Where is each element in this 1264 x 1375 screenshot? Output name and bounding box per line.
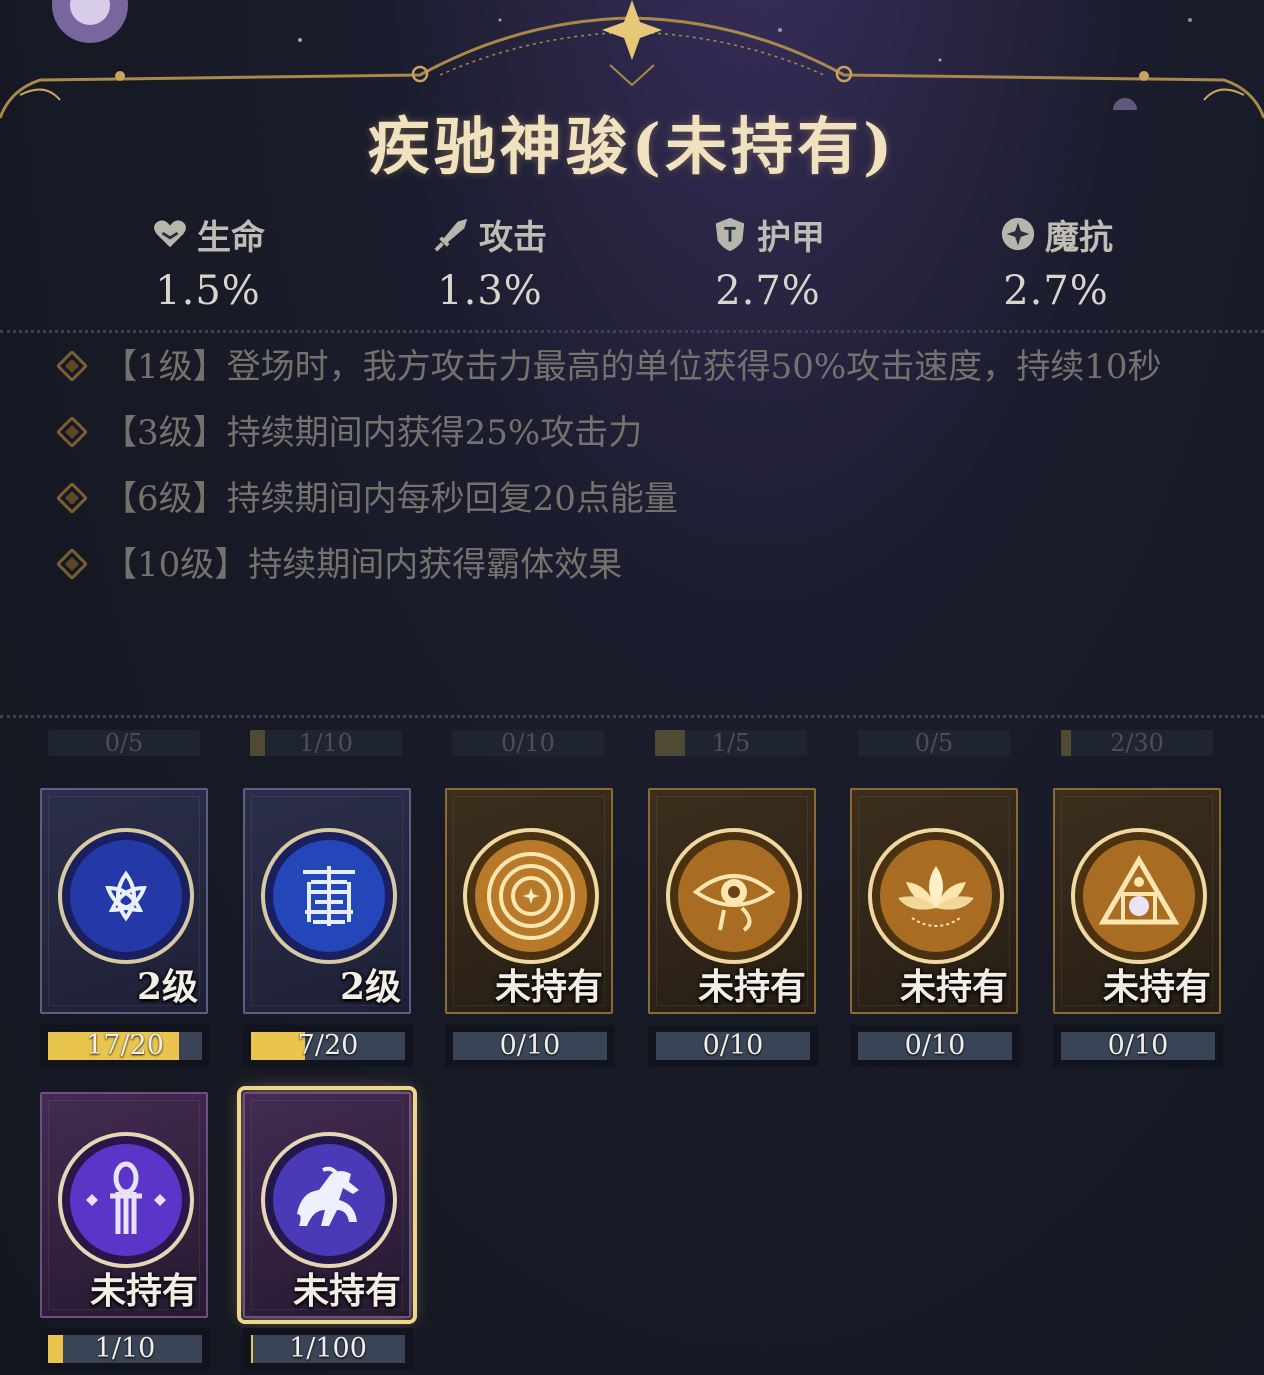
stat-value: 2.7% — [1003, 268, 1109, 314]
emblem-card[interactable]: 未持有 — [445, 788, 613, 1014]
sword-icon — [434, 218, 468, 252]
shield-icon — [715, 217, 745, 252]
stat-label: 生命 — [197, 217, 265, 258]
card-progress-bar: 0/10 — [1053, 1025, 1223, 1067]
card-status-label: 未持有 — [494, 966, 603, 1008]
magic-orb-icon — [1001, 217, 1035, 251]
stat-label: 魔抗 — [1045, 217, 1113, 258]
card-status-label: 未持有 — [1102, 966, 1211, 1008]
card-progress-bar: 1/10 — [40, 1328, 210, 1370]
top-progress-text: 0/5 — [914, 730, 954, 756]
skill-item: 【1级】登场时，我方攻击力最高的单位获得50%攻击速度，持续10秒 — [55, 340, 1225, 394]
ankh-icon — [58, 1132, 194, 1268]
top-progress-bar: 0/10 — [452, 730, 604, 756]
progress-track: 0/10 — [453, 1032, 607, 1060]
emblem-card[interactable]: 未持有 — [40, 1092, 208, 1318]
progress-track: 0/10 — [858, 1032, 1012, 1060]
card-status-label: 未持有 — [899, 966, 1008, 1008]
emblem-card[interactable]: 2级 — [40, 788, 208, 1014]
progress-track: 17/20 — [48, 1032, 202, 1060]
emblem-grid: 0/5 1/10 0/10 1/5 0/5 2/30 2级 2级 未持有 未持有… — [0, 720, 1264, 1375]
progress-text: 7/20 — [297, 1030, 359, 1061]
top-progress-bar: 1/10 — [250, 730, 402, 756]
progress-text: 0/10 — [702, 1030, 764, 1061]
top-progress-text: 1/10 — [299, 730, 353, 756]
top-progress-text: 1/5 — [711, 730, 751, 756]
labyrinth-sun-icon — [463, 828, 599, 964]
diamond-bullet-icon — [57, 351, 87, 381]
stat-hp: 生命 1.5% — [108, 210, 308, 314]
heart-icon — [154, 220, 186, 248]
top-progress-bar: 0/5 — [858, 730, 1010, 756]
card-level-label: 2级 — [339, 966, 401, 1008]
divider — [0, 330, 1264, 333]
skill-text: 【3级】持续期间内获得25%攻击力 — [103, 413, 643, 453]
diamond-bullet-icon — [57, 549, 87, 579]
stat-armor: 护甲 2.7% — [668, 210, 868, 315]
card-progress-bar: 17/20 — [40, 1025, 210, 1067]
progress-track: 7/20 — [251, 1032, 405, 1060]
stat-value: 1.3% — [437, 268, 543, 314]
skill-text: 【10级】持续期间内获得霸体效果 — [103, 545, 623, 585]
stats-row: 生命 1.5% 攻击 1.3% 护甲 2.7% 魔抗 2.7% — [0, 210, 1264, 320]
card-status-label: 未持有 — [89, 1270, 198, 1312]
stat-attack: 攻击 1.3% — [390, 210, 590, 314]
lotus-icon — [868, 828, 1004, 964]
top-progress-bar: 0/5 — [48, 730, 200, 756]
card-progress-bar: 1/100 — [243, 1328, 413, 1370]
progress-track: 0/10 — [656, 1032, 810, 1060]
stat-label: 护甲 — [757, 217, 825, 258]
progress-text: 0/10 — [1107, 1030, 1169, 1061]
emblem-card[interactable]: 未持有 — [1053, 788, 1221, 1014]
top-progress-bar: 2/30 — [1061, 730, 1213, 756]
progress-text: 17/20 — [86, 1030, 164, 1061]
card-progress-bar: 0/10 — [850, 1025, 1020, 1067]
card-progress-bar: 0/10 — [445, 1025, 615, 1067]
progress-track: 0/10 — [1061, 1032, 1215, 1060]
stat-magic-resist: 魔抗 2.7% — [956, 210, 1156, 314]
progress-text: 1/10 — [94, 1333, 156, 1364]
stat-value: 1.5% — [155, 268, 261, 314]
skill-item: 【3级】持续期间内获得25%攻击力 — [55, 406, 1225, 460]
emblem-card-selected[interactable]: 未持有 — [237, 1086, 417, 1324]
progress-text: 0/10 — [904, 1030, 966, 1061]
card-progress-bar: 0/10 — [648, 1025, 818, 1067]
progress-track: 1/100 — [251, 1335, 405, 1363]
skill-item: 【6级】持续期间内每秒回复20点能量 — [55, 472, 1225, 526]
progress-text: 1/100 — [289, 1333, 367, 1364]
top-progress-text: 0/5 — [104, 730, 144, 756]
skill-text: 【1级】登场时，我方攻击力最高的单位获得50%攻击速度，持续10秒 — [103, 347, 1162, 387]
divider — [0, 715, 1264, 718]
skill-list: 【1级】登场时，我方攻击力最高的单位获得50%攻击速度，持续10秒 【3级】持续… — [55, 340, 1225, 604]
top-progress-text: 0/10 — [501, 730, 555, 756]
skill-text: 【6级】持续期间内每秒回复20点能量 — [103, 479, 678, 519]
triangle-icon — [1071, 828, 1207, 964]
stat-value: 2.7% — [715, 268, 821, 314]
skill-item: 【10级】持续期间内获得霸体效果 — [55, 538, 1225, 592]
stat-label: 攻击 — [479, 217, 547, 258]
emblem-card[interactable]: 未持有 — [850, 788, 1018, 1014]
starfield-background — [52, 0, 1192, 110]
top-progress-bar: 1/5 — [655, 730, 807, 756]
eye-of-horus-icon — [666, 828, 802, 964]
card-level-label: 2级 — [136, 966, 198, 1008]
page-title: 疾驰神骏(未持有) — [367, 110, 897, 183]
crescent-triquetra-icon — [58, 828, 194, 964]
chinese-seal-icon — [261, 828, 397, 964]
diamond-bullet-icon — [57, 417, 87, 447]
card-progress-bar: 7/20 — [243, 1025, 413, 1067]
horse-icon — [261, 1132, 397, 1268]
card-status-label: 未持有 — [292, 1270, 401, 1312]
card-status-label: 未持有 — [697, 966, 806, 1008]
emblem-card[interactable]: 2级 — [243, 788, 411, 1014]
emblem-card[interactable]: 未持有 — [648, 788, 816, 1014]
top-progress-text: 2/30 — [1110, 730, 1164, 756]
progress-track: 1/10 — [48, 1335, 202, 1363]
progress-text: 0/10 — [499, 1030, 561, 1061]
diamond-bullet-icon — [57, 483, 87, 513]
